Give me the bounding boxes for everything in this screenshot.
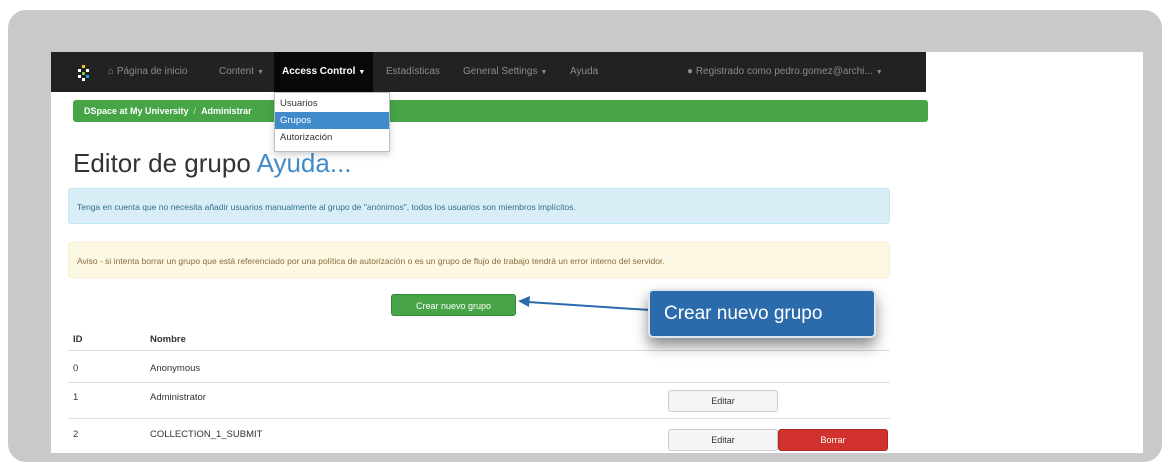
breadcrumb-root[interactable]: DSpace at My University	[84, 106, 189, 116]
edit-button[interactable]: Editar	[668, 429, 778, 451]
user-icon: ●	[687, 66, 694, 77]
breadcrumb: DSpace at My University / Administrar	[73, 100, 928, 122]
browser-content: ⌂ Página de inicio Content ▼ Access Contr…	[51, 52, 1143, 453]
table-row: 2 COLLECTION_1_SUBMIT Editar Borrar	[68, 418, 890, 453]
menu-item-grupos[interactable]: Grupos	[275, 112, 389, 129]
callout-arrow-icon	[518, 296, 651, 311]
page-title-text: Editor de grupo	[73, 148, 251, 178]
caret-down-icon: ▼	[358, 69, 366, 76]
menu-item-autorizacion[interactable]: Autorización	[275, 129, 389, 146]
nav-user-label: Registrado como pedro.gomez@archi...	[695, 66, 873, 77]
row-name: COLLECTION_1_SUBMIT	[150, 429, 263, 440]
nav-help[interactable]: Ayuda	[570, 52, 598, 92]
column-header-name: Nombre	[150, 334, 186, 345]
delete-button[interactable]: Borrar	[778, 429, 888, 451]
nav-home[interactable]: ⌂ Página de inicio	[108, 52, 187, 92]
column-header-id: ID	[73, 334, 83, 345]
row-id: 0	[73, 363, 79, 374]
caret-down-icon: ▼	[257, 69, 264, 76]
warning-alert: Aviso - si intenta borrar un grupo que e…	[68, 242, 890, 278]
screenshot-frame: ⌂ Página de inicio Content ▼ Access Contr…	[8, 10, 1162, 462]
nav-user-menu[interactable]: ● Registrado como pedro.gomez@archi... ▼	[687, 52, 883, 92]
top-navbar: ⌂ Página de inicio Content ▼ Access Contr…	[51, 52, 926, 92]
breadcrumb-separator: /	[193, 106, 197, 116]
edit-button[interactable]: Editar	[668, 390, 778, 412]
info-alert: Tenga en cuenta que no necesita añadir u…	[68, 188, 890, 224]
nav-help-label: Ayuda	[570, 66, 599, 77]
nav-access-control-label: Access Control	[282, 66, 356, 77]
home-icon: ⌂	[108, 66, 115, 77]
access-control-dropdown: Usuarios Grupos Autorización	[274, 92, 390, 152]
caret-down-icon: ▼	[875, 69, 883, 76]
row-name: Administrator	[150, 392, 206, 403]
nav-home-label: Página de inicio	[116, 66, 188, 77]
dspace-logo-icon[interactable]	[75, 64, 93, 82]
nav-content[interactable]: Content ▼	[219, 52, 264, 92]
nav-general-settings-label: General Settings	[463, 66, 538, 77]
nav-statistics[interactable]: Estadísticas	[386, 52, 440, 92]
help-link[interactable]: Ayuda...	[257, 148, 352, 178]
table-row: 1 Administrator Editar	[68, 382, 890, 419]
nav-access-control[interactable]: Access Control ▼	[274, 52, 374, 92]
tutorial-callout: Crear nuevo grupo	[648, 289, 876, 338]
menu-item-usuarios[interactable]: Usuarios	[275, 95, 389, 112]
nav-statistics-label: Estadísticas	[386, 66, 440, 77]
nav-general-settings[interactable]: General Settings ▼	[463, 52, 547, 92]
row-id: 1	[73, 392, 79, 403]
page-title: Editor de grupo Ayuda...	[73, 148, 352, 179]
row-id: 2	[73, 429, 79, 440]
row-name: Anonymous	[150, 363, 201, 374]
breadcrumb-current[interactable]: Administrar	[201, 106, 252, 116]
create-group-button[interactable]: Crear nuevo grupo	[391, 294, 516, 316]
caret-down-icon: ▼	[540, 69, 548, 76]
nav-content-label: Content	[219, 66, 255, 77]
